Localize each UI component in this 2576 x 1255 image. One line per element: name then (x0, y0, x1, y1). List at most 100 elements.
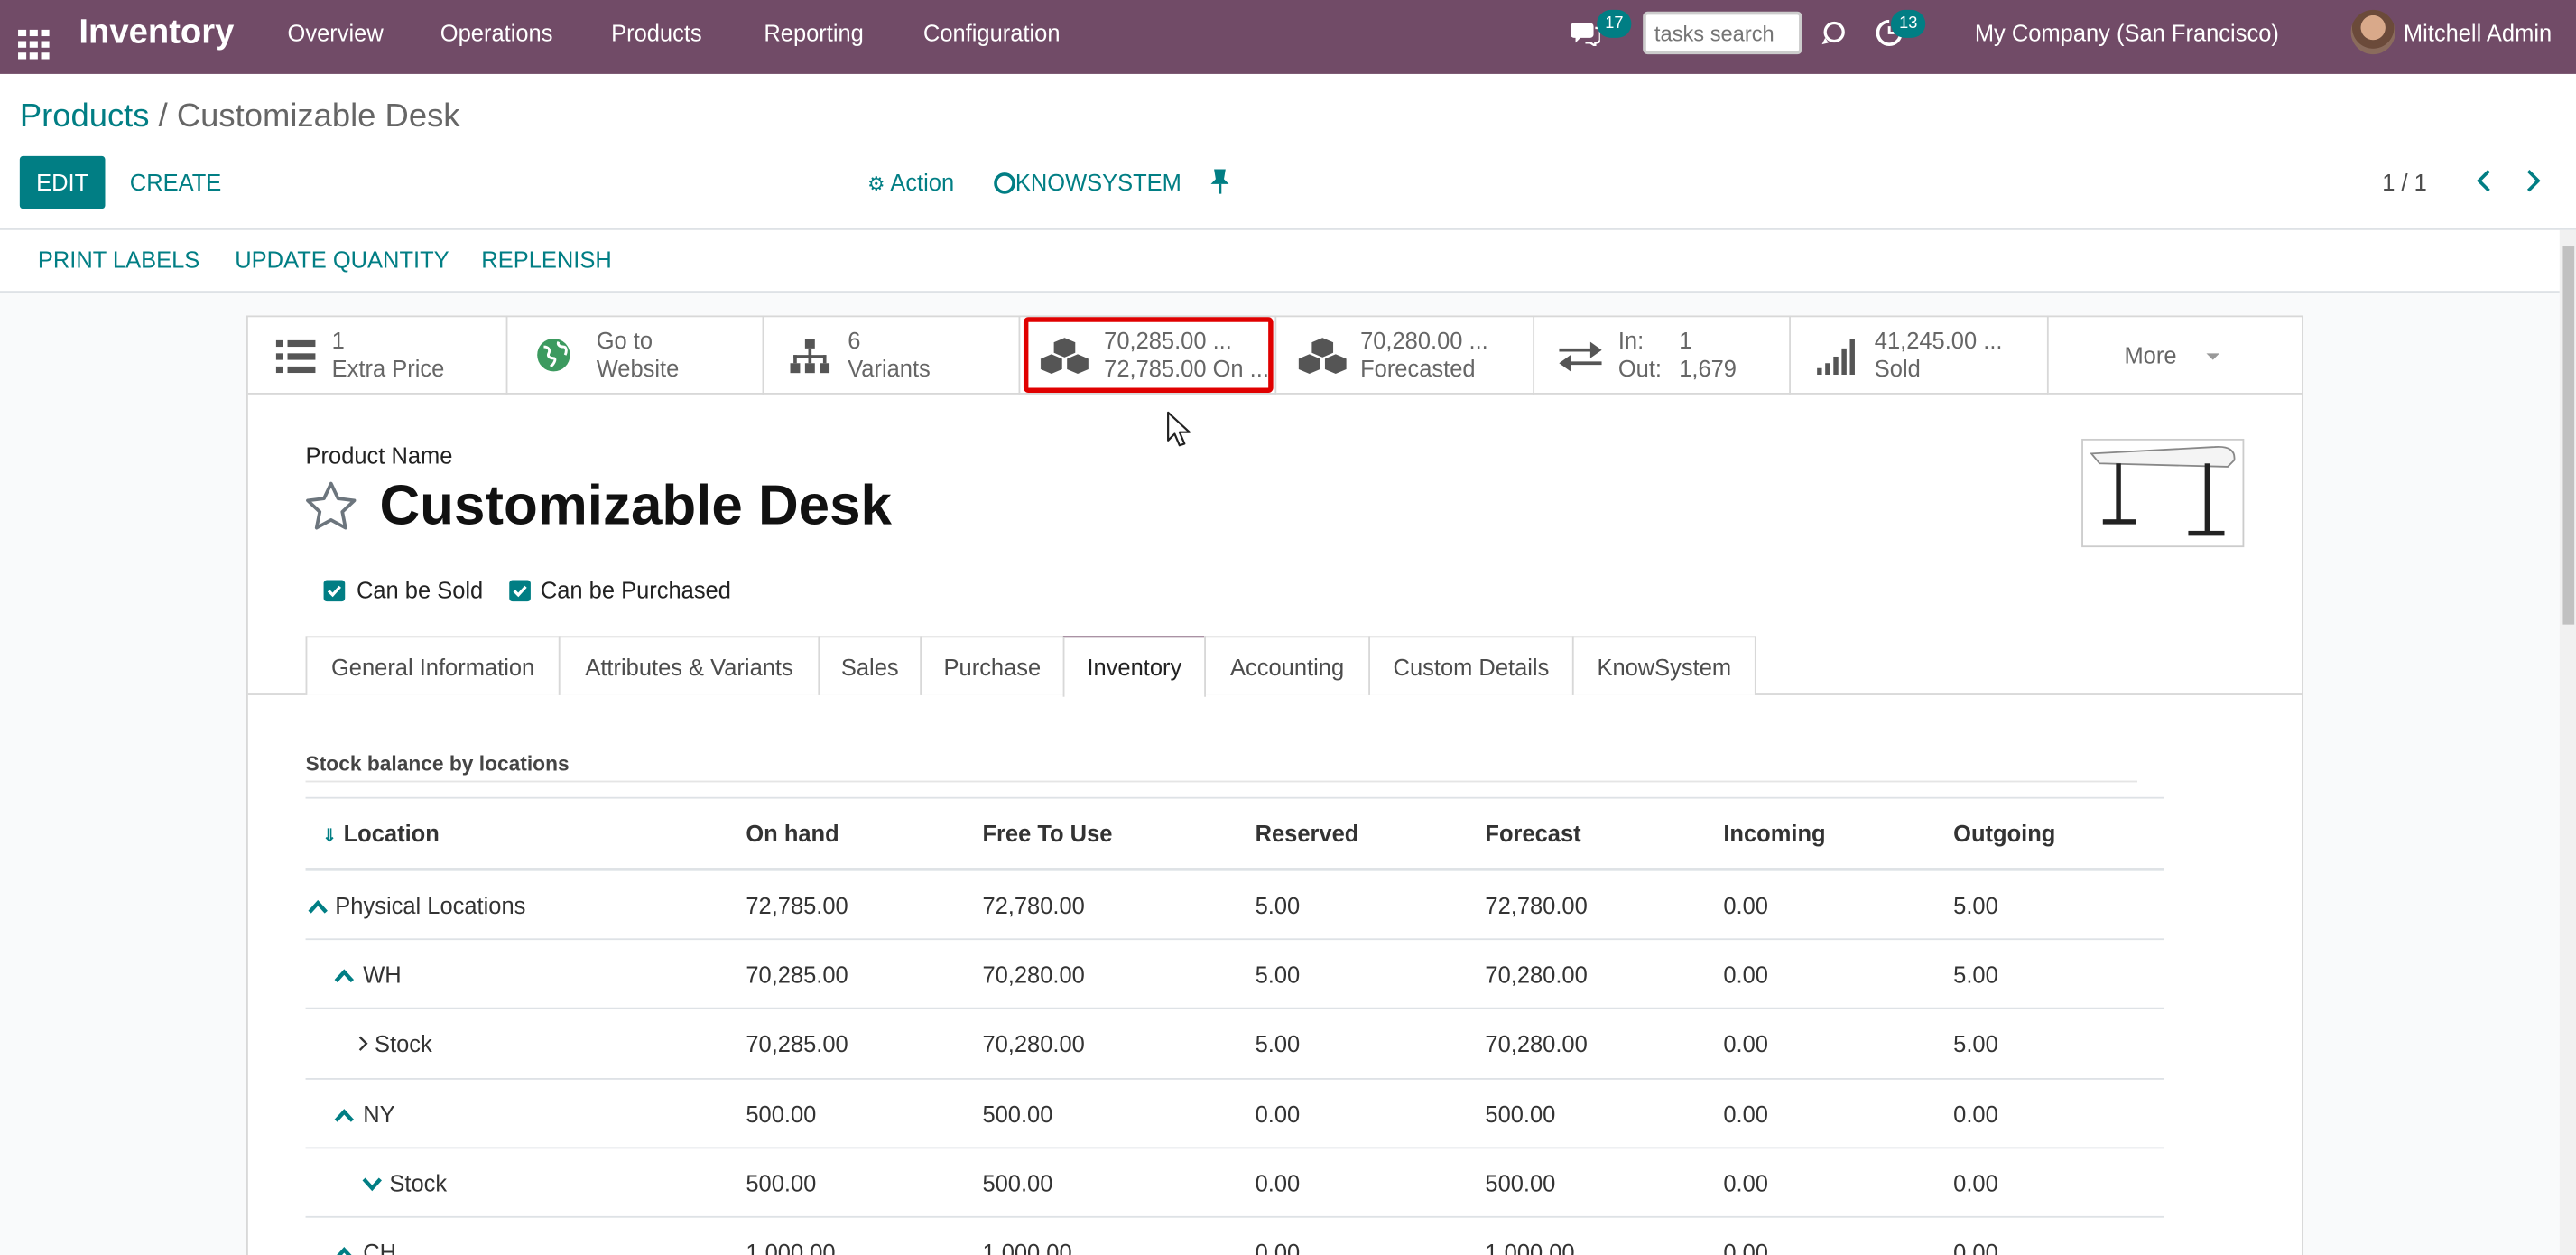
favorite-star-icon[interactable] (304, 479, 358, 540)
apps-menu-icon[interactable] (18, 18, 51, 60)
stat-extra-price[interactable]: 1 Extra Price (247, 315, 508, 395)
incoming-value: 0.00 (1723, 1030, 1768, 1057)
outgoing-value: 0.00 (1953, 1239, 1998, 1255)
can-be-purchased-checkbox[interactable] (509, 580, 531, 602)
table-row[interactable]: Physical Locations 72,785.00 72,780.00 5… (305, 868, 2164, 936)
caret-down-icon (2206, 353, 2220, 360)
location-name: Physical Locations (335, 892, 526, 919)
tab-custom-details[interactable]: Custom Details (1368, 636, 1574, 695)
can-be-purchased-label[interactable]: Can be Purchased (541, 577, 731, 603)
product-image[interactable] (2081, 438, 2245, 548)
action-button[interactable]: ⚙ Action (867, 156, 954, 209)
column-reserved[interactable]: Reserved (1256, 820, 1359, 846)
tab-inventory[interactable]: Inventory (1062, 636, 1206, 697)
incoming-value: 0.00 (1723, 1239, 1768, 1255)
table-row[interactable]: WH 70,285.00 70,280.00 5.00 70,280.00 0.… (305, 938, 2164, 1009)
action-label: Action (890, 169, 955, 196)
breadcrumb-current: Customizable Desk (176, 98, 460, 135)
collapse-caret-icon[interactable] (333, 1080, 355, 1148)
tab-knowsystem[interactable]: KnowSystem (1571, 636, 1756, 695)
column-location[interactable]: ⇓ Location (322, 820, 440, 846)
pager-previous-icon[interactable] (2472, 169, 2495, 200)
forecast-value: 1,000.00 (1485, 1239, 1575, 1255)
breadcrumb-products[interactable]: Products (20, 98, 150, 135)
knowsystem-button[interactable]: KNOWSYSTEM (994, 156, 1181, 209)
out-label: Out: (1617, 355, 1663, 382)
replenish-button[interactable]: REPLENISH (481, 233, 611, 285)
forecast-value: 72,780.00 (1485, 892, 1588, 919)
stat-forecasted[interactable]: 70,280.00 ... Forecasted (1276, 315, 1535, 395)
tab-accounting[interactable]: Accounting (1204, 636, 1371, 695)
exchange-icon (1559, 341, 1602, 372)
cubes-icon (1297, 337, 1348, 376)
app-name[interactable]: Inventory (79, 0, 234, 74)
free-to-use-value: 1,000.00 (982, 1239, 1072, 1255)
sold-value: 41,245.00 ... (1874, 327, 2003, 354)
table-row[interactable]: NY 500.00 500.00 0.00 500.00 0.00 0.00 (305, 1078, 2164, 1148)
website-line1: Go to (596, 327, 653, 354)
product-name-label: Product Name (305, 442, 453, 469)
table-row[interactable]: Stock 500.00 500.00 0.00 500.00 0.00 0.0… (305, 1147, 2164, 1217)
stat-in-out[interactable]: In: 1 Out: 1,679 (1534, 315, 1791, 395)
stat-more-dropdown[interactable]: More (2048, 315, 2303, 395)
location-name: WH (363, 961, 402, 988)
tab-general-information[interactable]: General Information (305, 636, 561, 695)
user-menu[interactable]: Mitchell Admin (2404, 0, 2552, 74)
collapse-caret-icon[interactable] (333, 940, 355, 1009)
reserved-value: 5.00 (1255, 961, 1301, 988)
collapse-caret-icon[interactable] (333, 1218, 355, 1255)
stat-sold[interactable]: 41,245.00 ... Sold (1790, 315, 2049, 395)
on-hand-value: 70,285.00 (746, 1030, 848, 1057)
on-hand-value: 1,000.00 (746, 1239, 836, 1255)
pin-icon[interactable] (1210, 169, 1229, 201)
messages-badge: 17 (1597, 9, 1632, 38)
stat-go-to-website[interactable]: Go to Website (507, 315, 764, 395)
column-outgoing[interactable]: Outgoing (1953, 820, 2055, 846)
scrollbar-thumb[interactable] (2562, 246, 2575, 625)
collapse-caret-icon[interactable] (307, 871, 329, 940)
column-forecast[interactable]: Forecast (1485, 820, 1580, 846)
column-location-label: Location (343, 820, 440, 847)
edit-button[interactable]: EDIT (19, 155, 106, 209)
pager-next-icon[interactable] (2522, 169, 2544, 200)
menu-operations[interactable]: Operations (440, 0, 553, 74)
on-hand-value: 500.00 (746, 1101, 817, 1128)
column-incoming[interactable]: Incoming (1723, 820, 1825, 846)
refresh-icon[interactable] (1821, 20, 1847, 46)
outgoing-value: 5.00 (1953, 1030, 1998, 1057)
reserved-value: 5.00 (1255, 892, 1301, 919)
column-on-hand[interactable]: On hand (746, 820, 839, 846)
menu-reporting[interactable]: Reporting (764, 0, 863, 74)
table-row[interactable]: CH 1,000.00 1,000.00 0.00 1,000.00 0.00 … (305, 1215, 2164, 1255)
location-name: CH (363, 1239, 397, 1255)
signal-icon (1817, 338, 1855, 375)
table-row[interactable]: Stock 70,285.00 70,280.00 5.00 70,280.00… (305, 1007, 2164, 1078)
tasks-search-input[interactable] (1643, 11, 1802, 55)
can-be-sold-checkbox[interactable] (323, 580, 346, 602)
knowsystem-label: KNOWSYSTEM (1015, 169, 1181, 196)
can-be-sold-label[interactable]: Can be Sold (357, 577, 483, 603)
product-name[interactable]: Customizable Desk (379, 471, 891, 540)
update-quantity-button[interactable]: UPDATE QUANTITY (235, 233, 449, 285)
create-button[interactable]: CREATE (130, 156, 221, 209)
expand-caret-icon[interactable] (361, 1148, 383, 1217)
print-labels-button[interactable]: PRINT LABELS (38, 233, 199, 285)
knowsystem-icon (994, 172, 1015, 194)
tab-purchase[interactable]: Purchase (920, 636, 1065, 695)
free-to-use-value: 70,280.00 (982, 1030, 1085, 1057)
menu-products[interactable]: Products (611, 0, 702, 74)
messages-icon[interactable] (1571, 20, 1602, 49)
menu-configuration[interactable]: Configuration (923, 0, 1061, 74)
tab-attributes-variants[interactable]: Attributes & Variants (558, 636, 820, 695)
expand-caret-icon[interactable] (358, 1009, 368, 1078)
avatar[interactable] (2350, 9, 2395, 55)
collapse-all-icon[interactable]: ⇓ (322, 827, 338, 847)
stat-variants[interactable]: 6 Variants (764, 315, 1021, 395)
divider (0, 228, 2576, 230)
company-switcher[interactable]: My Company (San Francisco) (1975, 0, 2279, 74)
section-divider (305, 780, 2138, 783)
tab-sales[interactable]: Sales (818, 636, 922, 695)
menu-overview[interactable]: Overview (288, 0, 384, 74)
incoming-value: 0.00 (1723, 1169, 1768, 1197)
column-free-to-use[interactable]: Free To Use (982, 820, 1112, 846)
